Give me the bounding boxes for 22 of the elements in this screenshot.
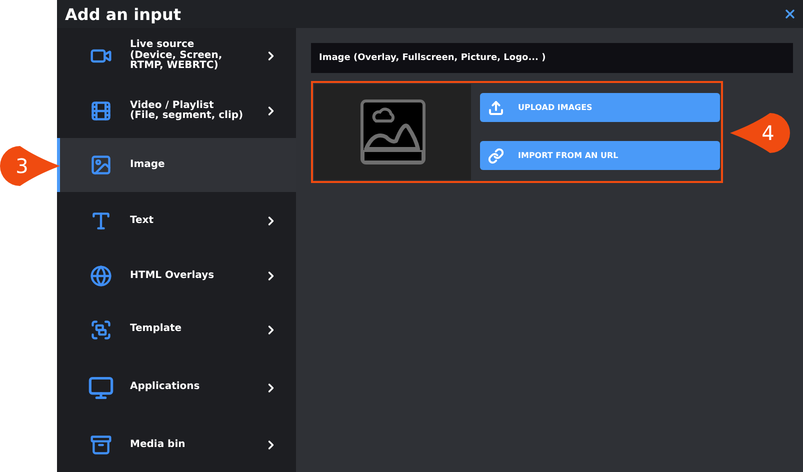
sidebar-item[interactable]: HTML Overlays <box>57 250 296 302</box>
archive-box-icon <box>90 434 112 456</box>
template-icon <box>90 318 112 340</box>
sidebar-item[interactable]: Template <box>57 302 296 357</box>
sidebar-item[interactable]: Video / Playlist (File, segment, clip) <box>57 84 296 138</box>
sidebar-item[interactable]: Text <box>57 192 296 250</box>
callout-badge: 3 <box>0 145 62 187</box>
image-placeholder-icon <box>360 99 426 165</box>
sidebar-item[interactable]: Live source (Device, Screen, RTMP, WEBRTC) <box>57 28 296 84</box>
link-icon <box>488 148 504 164</box>
sidebar-item[interactable]: Media bin <box>57 418 296 472</box>
text-icon <box>90 210 112 232</box>
sidebar-item[interactable]: Image <box>57 138 296 192</box>
sidebar-item[interactable]: Applications <box>57 357 296 418</box>
film-icon <box>90 100 112 122</box>
section-heading: Image (Overlay, Fullscreen, Picture, Logo... ) <box>311 43 793 73</box>
dialog-title: Add an input <box>65 4 181 24</box>
upload-icon <box>488 100 504 116</box>
image-icon <box>90 154 112 176</box>
close-icon[interactable] <box>783 7 797 21</box>
monitor-icon <box>88 374 114 400</box>
globe-icon <box>90 265 112 287</box>
